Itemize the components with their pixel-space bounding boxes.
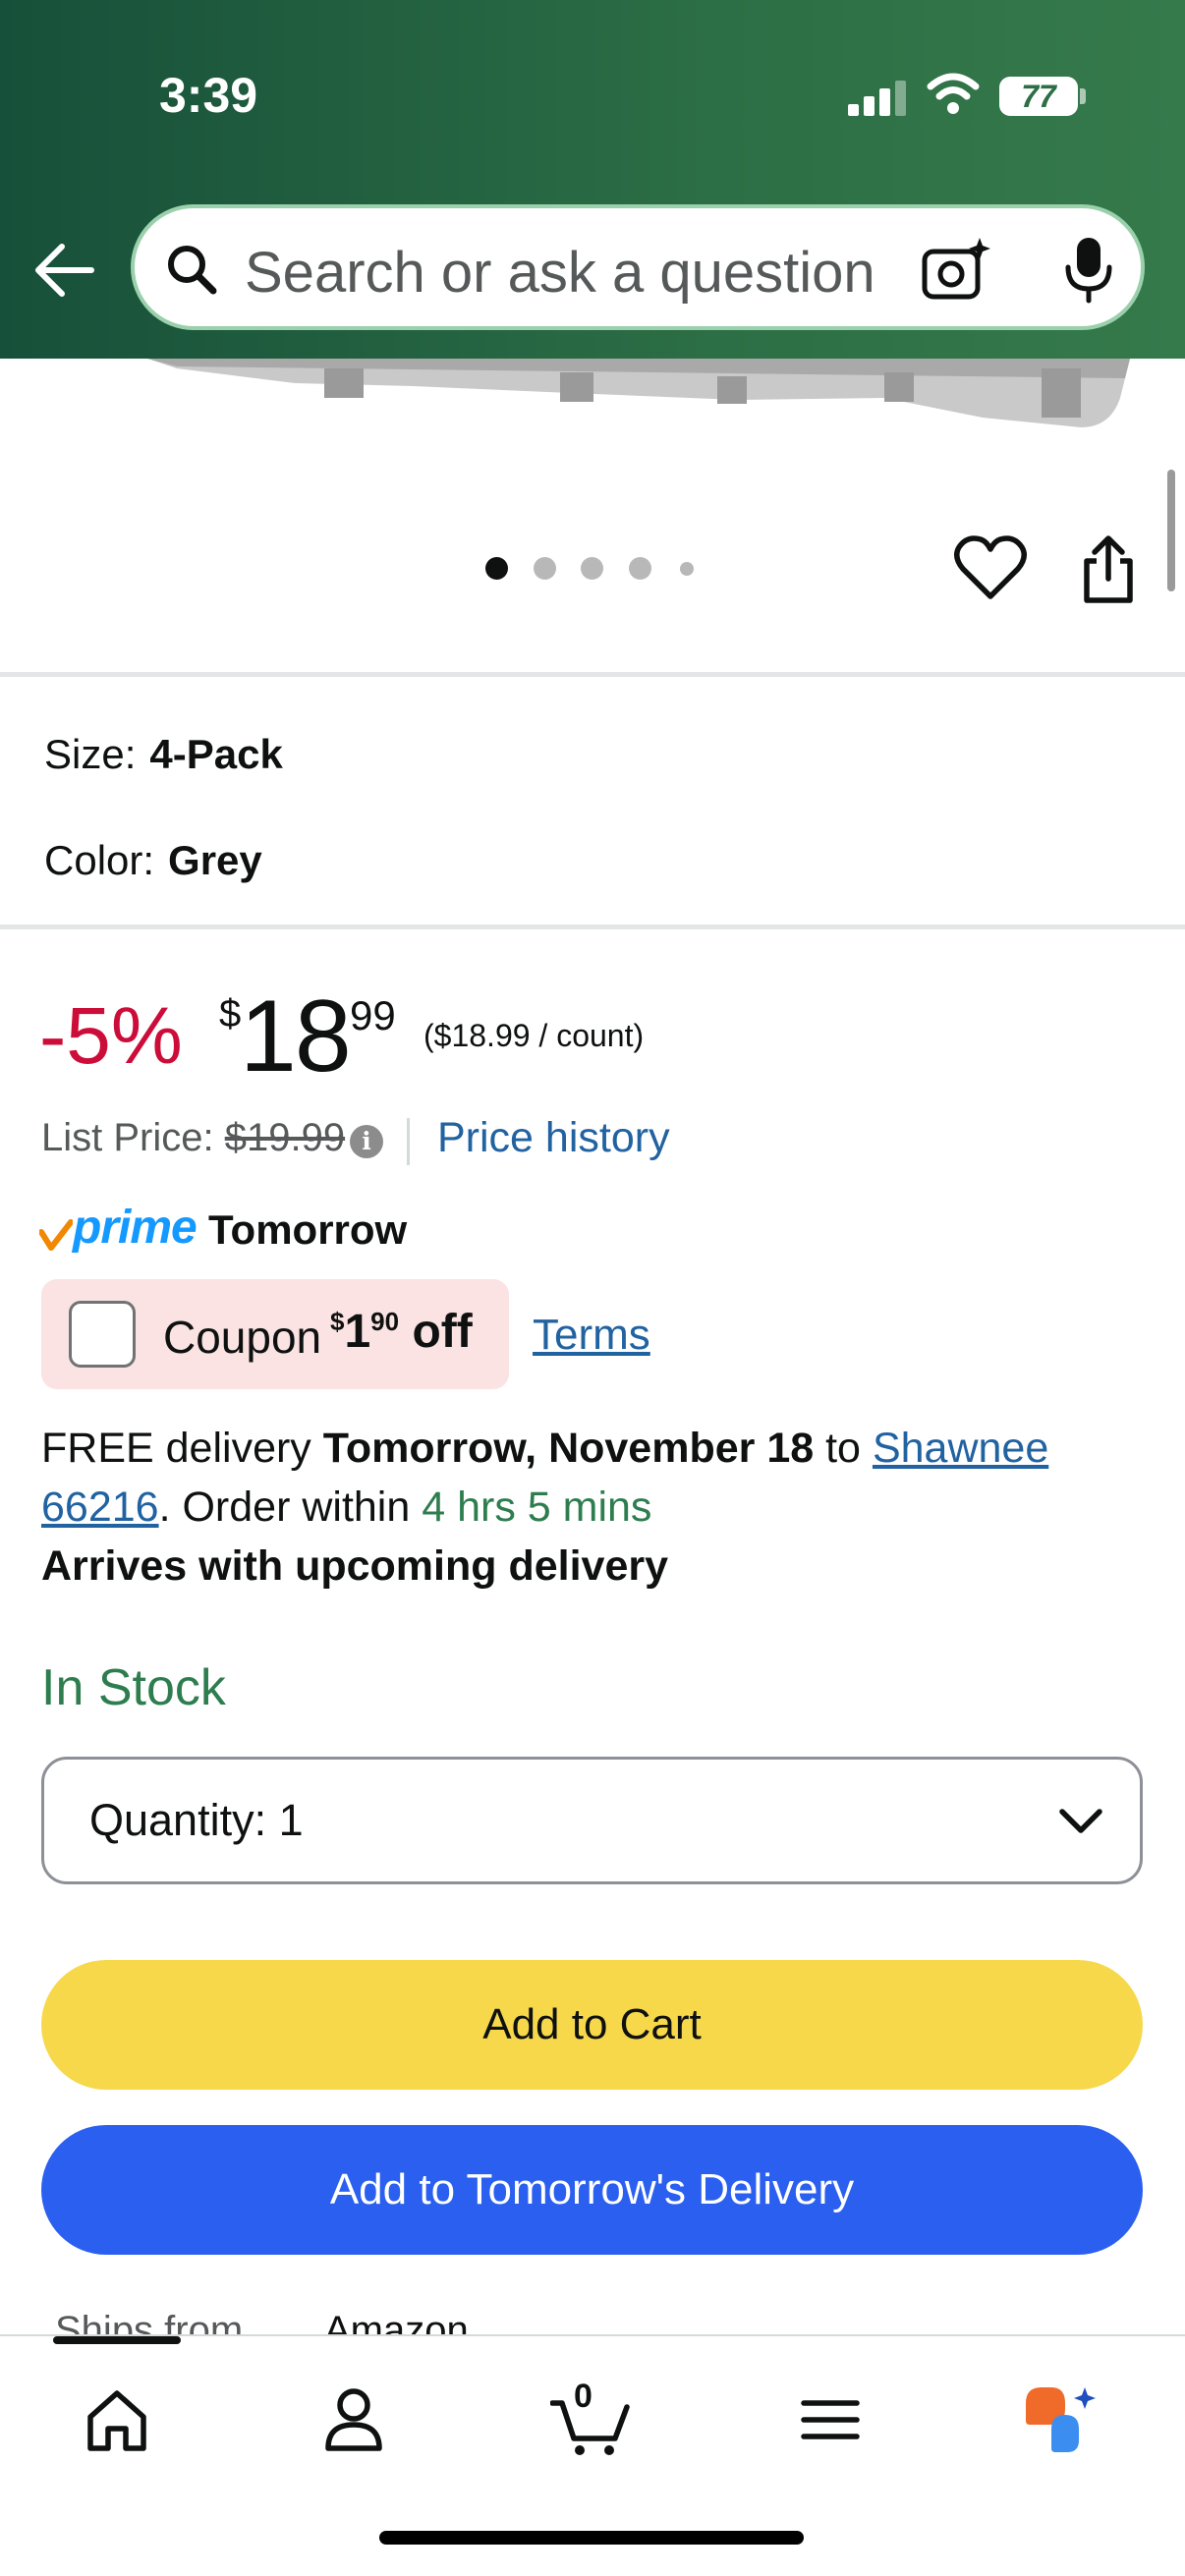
- coupon-currency: $: [330, 1307, 345, 1336]
- price-currency: $: [219, 992, 242, 1036]
- coupon-off: off: [412, 1306, 473, 1358]
- add-to-delivery-button[interactable]: Add to Tomorrow's Delivery: [41, 2125, 1143, 2255]
- coupon-whole: 1: [344, 1306, 371, 1358]
- quantity-label: Quantity: 1: [89, 1795, 304, 1846]
- carousel-dot[interactable]: [680, 562, 694, 576]
- home-icon[interactable]: [83, 2383, 151, 2456]
- info-icon[interactable]: i: [350, 1125, 383, 1158]
- delivery-to: to: [825, 1425, 861, 1472]
- order-countdown: 4 hrs 5 mins: [422, 1484, 652, 1531]
- discount-percent: -5%: [39, 991, 183, 1081]
- stock-status: In Stock: [41, 1659, 226, 1716]
- share-icon[interactable]: [1077, 533, 1140, 604]
- quantity-dropdown[interactable]: Quantity: 1: [41, 1757, 1143, 1884]
- quantity-value: 1: [278, 1795, 304, 1845]
- price-whole: 18: [240, 980, 352, 1093]
- order-within-label: . Order within: [158, 1484, 411, 1531]
- unit-price: ($18.99 / count): [423, 1018, 645, 1053]
- carousel-dot[interactable]: [485, 557, 508, 580]
- active-tab-indicator: [53, 2336, 181, 2344]
- coupon-amount: $190 off: [330, 1305, 473, 1359]
- color-selector[interactable]: Color: Grey: [44, 837, 262, 884]
- camera-search-icon[interactable]: [921, 236, 991, 301]
- account-icon[interactable]: [319, 2383, 388, 2456]
- coupon-fraction: 90: [370, 1307, 400, 1336]
- list-price-label: List Price:: [41, 1116, 214, 1159]
- chevron-down-icon: [1059, 1809, 1102, 1833]
- price-history-link[interactable]: Price history: [437, 1114, 670, 1162]
- color-value: Grey: [168, 837, 262, 883]
- home-indicator: [379, 2531, 804, 2545]
- color-label: Color:: [44, 837, 155, 883]
- wishlist-heart-icon[interactable]: [953, 533, 1028, 602]
- menu-icon[interactable]: [796, 2383, 865, 2456]
- delivery-prefix: FREE delivery: [41, 1425, 311, 1472]
- carousel-dot[interactable]: [629, 557, 651, 580]
- size-selector[interactable]: Size: 4-Pack: [44, 731, 283, 778]
- cellular-signal-icon: [848, 81, 907, 116]
- prime-check-icon: [39, 1219, 73, 1251]
- list-price-value: $19.99: [224, 1116, 346, 1159]
- price-fraction: 99: [350, 992, 396, 1038]
- carousel-dot[interactable]: [581, 557, 603, 580]
- coupon-box[interactable]: Coupon $190 off: [41, 1279, 509, 1389]
- search-icon: [168, 246, 217, 295]
- back-arrow-icon[interactable]: [32, 241, 97, 300]
- battery-indicator: 77: [999, 77, 1078, 116]
- microphone-icon[interactable]: [1060, 234, 1117, 305]
- battery-nub: [1080, 88, 1086, 104]
- prime-logo: prime: [73, 1202, 198, 1254]
- cart-count: 0: [574, 2378, 592, 2415]
- search-input[interactable]: Search or ask a question: [245, 240, 875, 306]
- product-image[interactable]: [0, 359, 1185, 447]
- status-time: 3:39: [159, 68, 258, 123]
- wifi-icon: [927, 73, 980, 114]
- scrollbar[interactable]: [1167, 470, 1175, 591]
- delivery-zip-link[interactable]: 66216: [41, 1484, 159, 1531]
- cart-nav-item[interactable]: 0: [550, 2378, 633, 2456]
- section-divider: [0, 924, 1185, 929]
- coupon-terms-link[interactable]: Terms: [533, 1311, 650, 1360]
- size-value: 4-Pack: [149, 731, 283, 777]
- search-bar[interactable]: Search or ask a question: [131, 204, 1145, 330]
- delivery-note: Arrives with upcoming delivery: [41, 1542, 669, 1590]
- app-header: 3:39 77 Search or ask a question: [0, 0, 1185, 359]
- add-to-cart-button[interactable]: Add to Cart: [41, 1960, 1143, 2090]
- prime-speed: Tomorrow: [208, 1206, 408, 1253]
- size-label: Size:: [44, 731, 137, 777]
- coupon-label: Coupon: [163, 1312, 322, 1363]
- delivery-location-link[interactable]: Shawnee: [873, 1425, 1048, 1472]
- quantity-label-text: Quantity:: [89, 1795, 267, 1845]
- divider-vertical: [407, 1118, 410, 1165]
- section-divider: [0, 672, 1185, 677]
- list-price: List Price: $19.99: [41, 1116, 345, 1160]
- carousel-dot[interactable]: [534, 557, 556, 580]
- delivery-info: FREE delivery Tomorrow, November 18 to S…: [41, 1419, 1152, 1596]
- rufus-assistant-icon[interactable]: [1022, 2383, 1100, 2456]
- delivery-date: Tomorrow, November 18: [322, 1425, 815, 1472]
- coupon-checkbox[interactable]: [69, 1301, 136, 1368]
